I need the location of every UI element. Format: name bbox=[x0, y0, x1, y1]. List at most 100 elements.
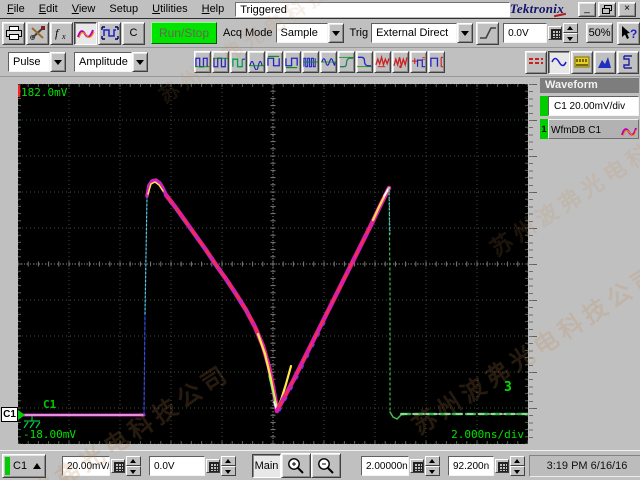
menu-utilities[interactable]: Utilities bbox=[145, 1, 194, 18]
spinner-down-icon[interactable] bbox=[563, 33, 579, 43]
neg-duty-icon bbox=[285, 57, 298, 69]
waveform-mode-button[interactable] bbox=[74, 21, 97, 45]
meas-class-dropdown-button[interactable] bbox=[50, 52, 66, 72]
keypad-button[interactable] bbox=[548, 26, 563, 40]
keypad-button[interactable] bbox=[111, 458, 125, 473]
menu-file[interactable]: File bbox=[0, 1, 32, 18]
waveform-scale-row[interactable]: C1 20.00mV/div bbox=[540, 96, 639, 116]
meas-fall-time-button[interactable] bbox=[356, 51, 373, 73]
channel-reference-marker[interactable]: C1 bbox=[1, 407, 25, 422]
slope-rising-icon bbox=[479, 27, 496, 39]
restore-button[interactable] bbox=[598, 1, 616, 17]
print-button[interactable] bbox=[2, 21, 25, 45]
vertical-offset-spinner[interactable] bbox=[221, 455, 236, 476]
meas-burst-width-button[interactable] bbox=[302, 51, 319, 73]
timebase-field[interactable]: 2.00000ns bbox=[361, 455, 409, 476]
channel-select-button[interactable]: C1 bbox=[2, 453, 46, 478]
rise-time-icon bbox=[339, 56, 354, 68]
meas-pos-duty-button[interactable] bbox=[266, 51, 283, 73]
spinner-up-icon[interactable] bbox=[425, 455, 440, 466]
menu-view[interactable]: View bbox=[65, 1, 103, 18]
setup-tools-button[interactable] bbox=[26, 21, 49, 45]
timebase-group: 2.00000ns bbox=[361, 455, 440, 476]
waveform-tab-button[interactable] bbox=[548, 50, 570, 74]
channel-marker-arrow-icon bbox=[18, 409, 25, 420]
vertical-scale-spinner[interactable] bbox=[126, 455, 141, 476]
trigger-source-select[interactable]: External Direct bbox=[371, 23, 474, 43]
measure-tab-button[interactable] bbox=[571, 50, 593, 74]
pos-duty-icon bbox=[267, 55, 280, 67]
menu-edit[interactable]: Edit bbox=[32, 1, 65, 18]
delay-spinner[interactable] bbox=[510, 455, 525, 476]
meas-type-dropdown-button[interactable] bbox=[132, 52, 148, 72]
meas-rise-time-button[interactable] bbox=[338, 51, 355, 73]
histogram-icon bbox=[598, 57, 611, 68]
meas-dbm-button[interactable] bbox=[410, 51, 427, 73]
meas-jitter-button[interactable] bbox=[374, 51, 391, 73]
meas-pos-width-button[interactable] bbox=[194, 51, 211, 73]
tools-icon bbox=[29, 26, 45, 40]
math-button[interactable]: fx bbox=[50, 21, 73, 45]
vertical-offset-field[interactable]: 0.0V bbox=[149, 455, 205, 476]
trigger-level-field[interactable]: 0.0V bbox=[503, 23, 548, 43]
minimize-button[interactable]: _ bbox=[578, 1, 596, 17]
meas-class-select[interactable]: Pulse bbox=[8, 52, 66, 72]
spinner-up-icon[interactable] bbox=[563, 23, 579, 33]
main-toolbar: fx C Run/Stop Acq Mode Sample Trig Exter… bbox=[0, 19, 640, 48]
jitter-icon bbox=[375, 54, 390, 68]
cursors-tab-button[interactable] bbox=[525, 50, 547, 74]
trigger-slope-button[interactable] bbox=[476, 21, 500, 45]
spinner-down-icon[interactable] bbox=[425, 465, 440, 476]
menu-setup[interactable]: Setup bbox=[102, 1, 145, 18]
zoom-out-button[interactable] bbox=[311, 453, 341, 478]
trig-label: Trig bbox=[349, 27, 369, 39]
spinner-down-icon[interactable] bbox=[126, 465, 141, 476]
context-help-button[interactable]: ? bbox=[617, 21, 640, 45]
pulse-select-button[interactable] bbox=[98, 21, 121, 45]
vertical-scale-field[interactable]: 20.00mV/ bbox=[62, 455, 110, 476]
histogram-tab-button[interactable] bbox=[594, 50, 616, 74]
jitter-rms-icon bbox=[393, 56, 408, 68]
waveform-panel-title: Waveform bbox=[540, 78, 639, 93]
timebase-spinner[interactable] bbox=[425, 455, 440, 476]
trigger-status-field: Triggered bbox=[235, 1, 510, 17]
acq-mode-dropdown-button[interactable] bbox=[327, 23, 344, 43]
acq-mode-select[interactable]: Sample bbox=[275, 23, 344, 43]
spinner-up-icon[interactable] bbox=[510, 455, 525, 466]
meas-period-button[interactable] bbox=[230, 51, 247, 73]
spinner-down-icon[interactable] bbox=[510, 465, 525, 476]
clear-button-label: C bbox=[129, 27, 138, 39]
meas-cycles-button[interactable] bbox=[320, 51, 337, 73]
trigger-level-spinner[interactable] bbox=[563, 23, 579, 43]
bottom-scale-label: -18.00mV bbox=[23, 428, 76, 441]
meas-type-value: Amplitude bbox=[74, 52, 132, 72]
mask-tab-button[interactable] bbox=[617, 50, 639, 74]
run-stop-button[interactable]: Run/Stop bbox=[151, 22, 217, 44]
spinner-up-icon[interactable] bbox=[221, 455, 236, 466]
waveform-database-row[interactable]: 1 WfmDB C1 bbox=[540, 119, 639, 139]
keypad-button[interactable] bbox=[495, 458, 509, 473]
waveform-mode-icon bbox=[76, 29, 94, 39]
spinner-up-icon[interactable] bbox=[126, 455, 141, 466]
zoom-level-button[interactable]: 50% bbox=[586, 23, 614, 43]
keypad-button[interactable] bbox=[206, 458, 220, 473]
channel-marker-label: C1 bbox=[1, 407, 18, 422]
meas-neg-width-button[interactable] bbox=[212, 51, 229, 73]
waveform-panel: Waveform C1 20.00mV/div 1 WfmDB C1 bbox=[540, 78, 639, 449]
main-timebase-button[interactable]: Main bbox=[252, 453, 281, 478]
clear-button[interactable]: C bbox=[122, 21, 145, 45]
meas-mask-button[interactable] bbox=[428, 51, 445, 73]
menu-help[interactable]: Help bbox=[195, 1, 232, 18]
main-timebase-label: Main bbox=[254, 459, 279, 472]
delay-field[interactable]: 92.200n bbox=[448, 455, 494, 476]
meas-frequency-button[interactable] bbox=[248, 51, 265, 73]
meas-jitter-rms-button[interactable] bbox=[392, 51, 409, 73]
trigger-source-dropdown-button[interactable] bbox=[457, 23, 474, 43]
keypad-button[interactable] bbox=[410, 458, 424, 473]
meas-neg-duty-button[interactable] bbox=[284, 51, 301, 73]
waveform-scale-value: C1 20.00mV/div bbox=[548, 96, 639, 116]
close-button[interactable]: × bbox=[618, 1, 636, 17]
meas-type-select[interactable]: Amplitude bbox=[74, 52, 148, 72]
spinner-down-icon[interactable] bbox=[221, 465, 236, 476]
zoom-in-button[interactable] bbox=[281, 453, 311, 478]
